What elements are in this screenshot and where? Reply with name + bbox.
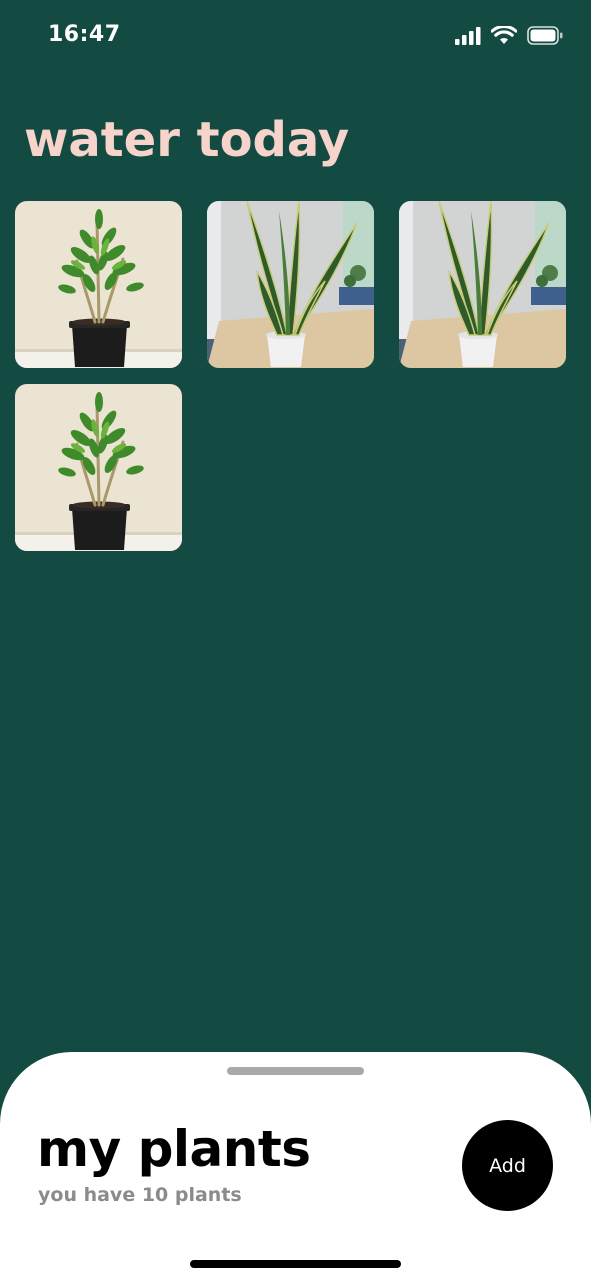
- plant-card[interactable]: [15, 384, 182, 551]
- my-plants-title: my plants: [37, 1120, 311, 1178]
- plant-card[interactable]: [399, 201, 566, 368]
- home-indicator[interactable]: [190, 1260, 401, 1268]
- add-plant-button[interactable]: Add: [462, 1120, 553, 1211]
- battery-icon: [527, 26, 563, 45]
- water-today-heading: water today: [24, 112, 350, 168]
- wifi-icon: [491, 26, 517, 44]
- snake-plant-photo: [207, 201, 374, 368]
- zz-plant-photo: [15, 201, 182, 368]
- status-time: 16:47: [48, 22, 121, 47]
- sheet-drag-handle[interactable]: [227, 1067, 364, 1075]
- status-icons: [455, 26, 563, 45]
- plant-count-text: you have 10 plants: [38, 1184, 242, 1206]
- status-bar: 16:47: [0, 0, 591, 76]
- plant-card[interactable]: [207, 201, 374, 368]
- snake-plant-photo: [399, 201, 566, 368]
- my-plants-sheet[interactable]: my plants you have 10 plants Add: [0, 1052, 591, 1280]
- zz-plant-photo: [15, 384, 182, 551]
- plant-card[interactable]: [15, 201, 182, 368]
- cellular-signal-icon: [455, 26, 481, 45]
